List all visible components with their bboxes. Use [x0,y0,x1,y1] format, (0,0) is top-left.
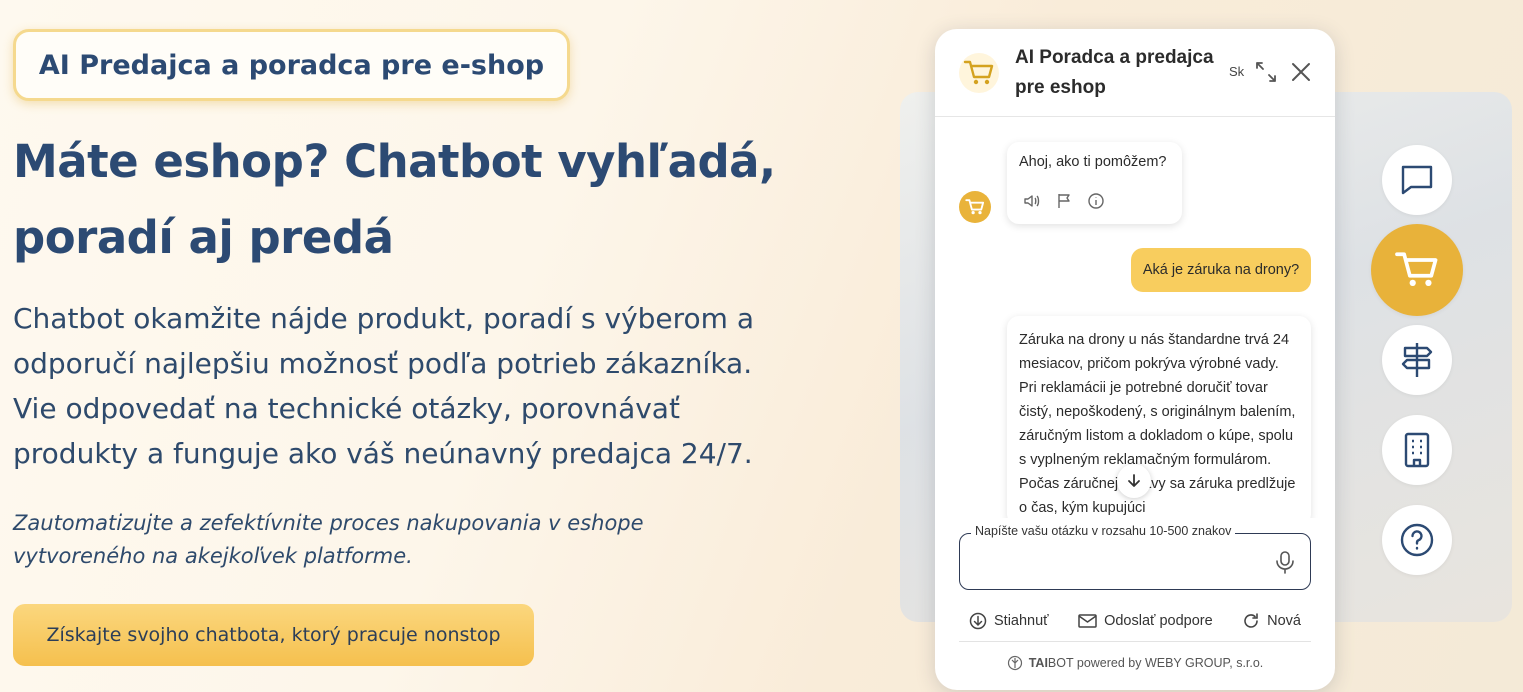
nav-company-button[interactable] [1382,415,1452,485]
language-switch[interactable]: Sk [1229,64,1244,79]
user-message: Aká je záruka na drony? [1131,248,1311,292]
arrow-down-icon [1128,474,1140,487]
powered-by: TAIBOT powered by WEBY GROUP, s.r.o. [935,655,1335,671]
get-chatbot-button[interactable]: Získajte svojho chatbota, ktorý pracuje … [13,604,534,666]
input-label: Napíšte vašu otázku v rozsahu 10-500 zna… [971,524,1236,538]
speaker-icon[interactable] [1023,192,1041,210]
description-line: Chatbot okamžite nájde produkt, poradí s… [13,302,755,335]
message-actions [1023,192,1105,210]
nav-chat-button[interactable] [1382,145,1452,215]
scroll-down-button[interactable] [1117,464,1151,498]
description-line: produkty a funguje ako váš neúnavný pred… [13,437,753,470]
headline-line-1: Máte eshop? Chatbot vyhľadá, [13,135,776,188]
signpost-icon [1401,343,1433,377]
chat-bubble-icon [1401,165,1433,195]
flag-icon[interactable] [1055,192,1073,210]
tagline-line-2: vytvoreného na akejkoľvek platforme. [13,544,413,568]
refresh-icon [1244,612,1258,628]
nav-cart-button[interactable] [1371,224,1463,316]
powered-by-text: TAIBOT powered by WEBY GROUP, s.r.o. [1029,656,1264,670]
bot-message: Záruka na drony u nás štandardne trvá 24… [1007,316,1311,518]
mail-icon [1078,613,1097,628]
chat-footer-actions: Stiahnuť Odoslať podpore Nová [959,600,1311,642]
question-input[interactable] [972,550,1272,580]
chat-header: AI Poradca a predajca pre eshop Sk [935,29,1335,117]
message-list[interactable]: Ahoj, ako ti pomôžem? Aká je záruka na d… [935,118,1335,518]
chat-widget: AI Poradca a predajca pre eshop Sk Ahoj,… [935,29,1335,690]
download-icon [969,612,987,629]
bot-message: Ahoj, ako ti pomôžem? [1007,142,1182,224]
new-chat-label: Nová [1267,612,1301,629]
nav-help-button[interactable] [1382,505,1452,575]
cart-icon [1395,252,1438,286]
question-input-box [959,533,1311,590]
chat-input-area: Napíšte vašu otázku v rozsahu 10-500 zna… [935,518,1335,594]
tagline-line-1: Zautomatizujte a zefektívnite proces nak… [13,511,644,535]
send-to-support-button[interactable]: Odoslať podpore [1068,613,1223,629]
headline-line-2: poradí aj predá [13,211,394,264]
nav-guide-button[interactable] [1382,325,1452,395]
hero-tagline: Zautomatizujte a zefektívnite proces nak… [13,507,773,573]
info-icon[interactable] [1087,192,1105,210]
hero-description: Chatbot okamžite nájde produkt, poradí s… [13,296,863,476]
download-label: Stiahnuť [994,612,1049,629]
download-button[interactable]: Stiahnuť [959,612,1059,630]
bot-message-text: Ahoj, ako ti pomôžem? [1019,154,1167,170]
hero-badge: AI Predajca a poradca pre e-shop [13,29,570,101]
bot-avatar [959,191,991,223]
description-line: odporučí najlepšiu možnosť podľa potrieb… [13,347,753,380]
chat-logo [959,53,999,93]
brand-bold: TAI [1028,656,1048,670]
cart-icon [965,199,985,215]
close-icon[interactable] [1288,59,1314,85]
description-line: Vie odpovedať na technické otázky, porov… [13,392,680,425]
support-label: Odoslať podpore [1104,612,1213,629]
taibot-logo-icon [1007,655,1022,671]
brand-rest: BOT powered by WEBY GROUP, s.r.o. [1047,656,1264,670]
expand-icon[interactable] [1253,59,1279,85]
cart-icon [963,60,994,85]
microphone-icon[interactable] [1274,550,1296,574]
chat-title: AI Poradca a predajca pre eshop [1015,47,1214,98]
building-icon [1404,432,1430,468]
new-chat-button[interactable]: Nová [1232,612,1311,630]
help-icon [1400,523,1434,557]
page-title: Máte eshop? Chatbot vyhľadá, poradí aj p… [13,124,873,276]
